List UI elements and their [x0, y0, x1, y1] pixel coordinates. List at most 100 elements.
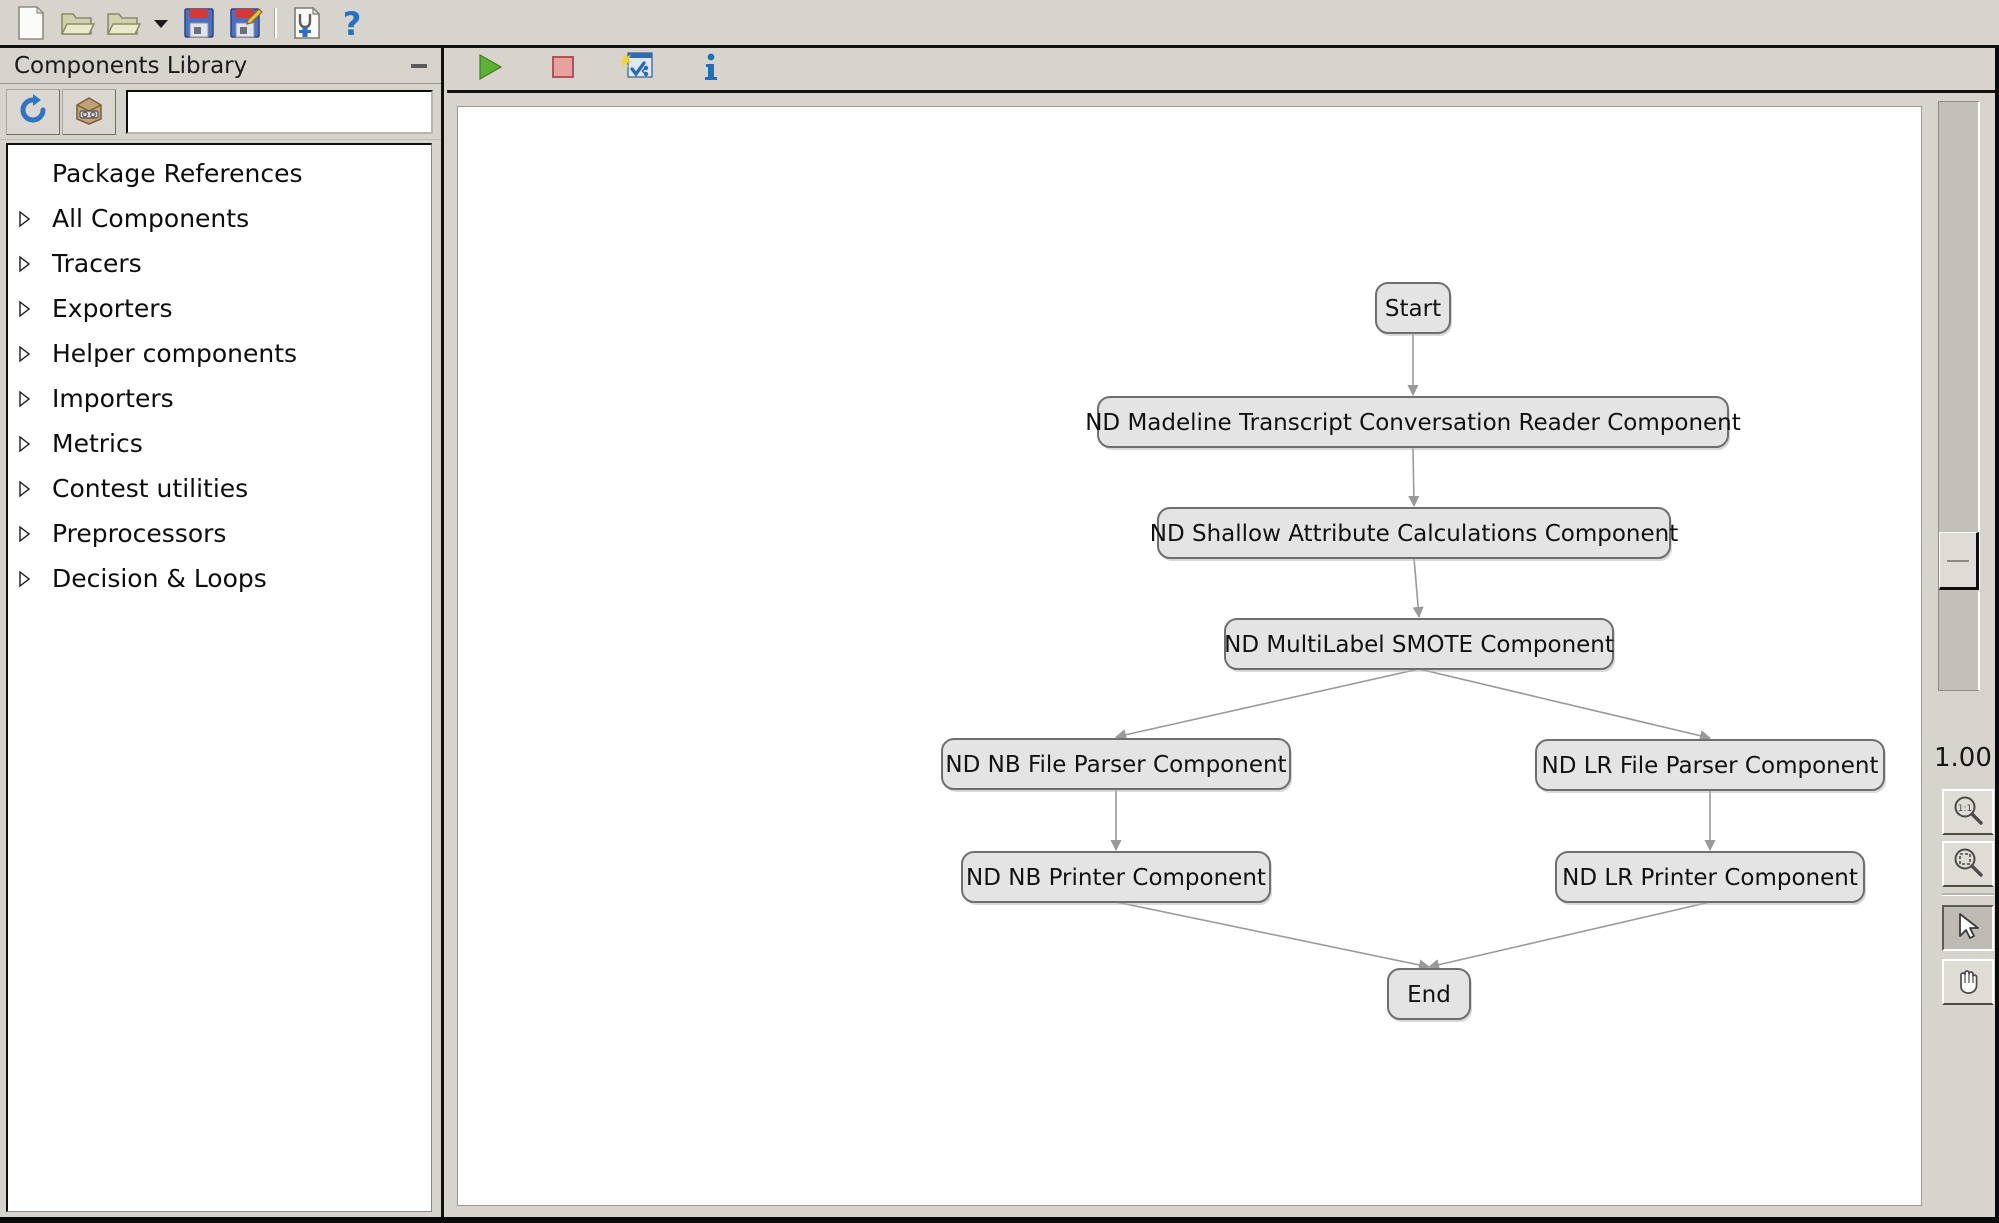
save-button[interactable]	[176, 2, 222, 44]
panel-title: Components Library	[14, 52, 248, 79]
vertical-scrollbar[interactable]	[1938, 101, 1980, 691]
package-box-icon	[72, 93, 106, 131]
tree-item-label: Metrics	[52, 429, 143, 458]
minimize-panel-button[interactable]	[411, 63, 427, 68]
flowchart-node-shallow[interactable]: ND Shallow Attribute Calculations Compon…	[1150, 507, 1678, 561]
expand-triangle-icon[interactable]	[16, 331, 46, 376]
flowchart-node-label: ND MultiLabel SMOTE Component	[1224, 632, 1614, 658]
tree-item-contest-utilities[interactable]: Contest utilities	[8, 466, 431, 511]
flowchart-node-label: ND LR Printer Component	[1562, 865, 1858, 891]
svg-text:1:1: 1:1	[1958, 804, 1972, 814]
package-button[interactable]	[62, 88, 116, 135]
flowchart-node-nbparser[interactable]: ND NB File Parser Component	[941, 738, 1292, 792]
expand-triangle-icon[interactable]	[16, 466, 46, 511]
expand-triangle-icon[interactable]	[16, 511, 46, 556]
refresh-icon	[16, 93, 50, 131]
tree-item-label: Package References	[52, 159, 303, 188]
refresh-button[interactable]	[6, 88, 60, 135]
tree-item-package-references[interactable]: Package References	[8, 151, 431, 196]
tree-item-spacer	[16, 151, 46, 196]
tree-item-label: Importers	[52, 384, 174, 413]
help-button[interactable]: ?	[329, 2, 375, 44]
tree-item-label: All Components	[52, 204, 250, 233]
expand-triangle-icon[interactable]	[16, 286, 46, 331]
tree-item-label: Tracers	[52, 249, 142, 278]
expand-triangle-icon[interactable]	[16, 556, 46, 601]
flowchart-node-label: ND NB File Parser Component	[945, 752, 1286, 778]
stop-button[interactable]	[541, 49, 585, 89]
flowchart-node-end[interactable]: End	[1387, 968, 1472, 1022]
svg-text:?: ?	[343, 5, 362, 42]
tree-item-label: Contest utilities	[52, 474, 249, 503]
flowchart-edge-nbprinter-to-end[interactable]	[1115, 901, 1431, 971]
diagram-canvas[interactable]: Start ND Madeline Transcript Conversation…	[457, 106, 1922, 1206]
tree-item-importers[interactable]: Importers	[8, 376, 431, 421]
tool-separator	[1942, 893, 1994, 896]
diagram-editor: Start ND Madeline Transcript Conversation…	[447, 48, 1999, 1223]
application-window: ? Components Library Package References …	[0, 0, 1999, 1223]
flowchart-node-madeline[interactable]: ND Madeline Transcript Conversation Read…	[1085, 396, 1741, 450]
flowchart-node-label: Start	[1385, 296, 1441, 322]
flowchart-node-nbprinter[interactable]: ND NB Printer Component	[961, 851, 1272, 905]
flowchart-node-lrprinter[interactable]: ND LR Printer Component	[1555, 851, 1866, 905]
tree-item-preprocessors[interactable]: Preprocessors	[8, 511, 431, 556]
flowchart-edge-smote-to-lrparser[interactable]	[1418, 668, 1712, 742]
magnifier-fit-icon	[1951, 845, 1985, 883]
tree-item-all-components[interactable]: All Components	[8, 196, 431, 241]
tree-item-decision-loops[interactable]: Decision & Loops	[8, 556, 431, 601]
run-button[interactable]	[467, 49, 511, 89]
flowchart-edge-shallow-to-smote[interactable]	[1412, 557, 1424, 619]
tree-item-metrics[interactable]: Metrics	[8, 421, 431, 466]
save-as-button[interactable]	[222, 2, 268, 44]
cursor-arrow-icon	[1952, 910, 1984, 946]
main-toolbar: ?	[0, 0, 1999, 48]
auto-layout-button[interactable]	[615, 49, 659, 89]
tree-item-label: Preprocessors	[52, 519, 227, 548]
zoom-level-label: 1.00	[1934, 743, 1992, 773]
components-library-panel: Components Library Package References Al…	[0, 48, 444, 1223]
expand-triangle-icon[interactable]	[16, 241, 46, 286]
scrollbar-thumb[interactable]	[1939, 532, 1979, 590]
flowchart-node-label: End	[1407, 982, 1451, 1008]
info-button[interactable]	[689, 49, 733, 89]
search-input[interactable]	[126, 89, 433, 134]
flowchart-node-start[interactable]: Start	[1375, 282, 1452, 336]
hand-pan-icon	[1952, 964, 1984, 1000]
tree-item-exporters[interactable]: Exporters	[8, 286, 431, 331]
zoom-actual-size-button[interactable]: 1:1	[1942, 789, 1994, 835]
open-folder-button[interactable]	[54, 2, 100, 44]
magnifier-1to1-icon: 1:1	[1951, 793, 1985, 831]
diagram-toolbar	[447, 48, 1999, 93]
open-recent-button[interactable]	[100, 2, 146, 44]
flowchart-node-lrparser[interactable]: ND LR File Parser Component	[1535, 739, 1886, 793]
expand-triangle-icon[interactable]	[16, 376, 46, 421]
components-tree[interactable]: Package References All Components Tracers E…	[6, 143, 432, 1212]
flowchart[interactable]: Start ND Madeline Transcript Conversation…	[458, 107, 1922, 1206]
configure-button[interactable]	[283, 2, 329, 44]
expand-triangle-icon[interactable]	[16, 421, 46, 466]
stop-square-icon	[546, 50, 580, 88]
select-tool-button[interactable]	[1942, 905, 1994, 951]
zoom-to-fit-button[interactable]	[1942, 841, 1994, 887]
tree-item-label: Exporters	[52, 294, 173, 323]
flowchart-node-smote[interactable]: ND MultiLabel SMOTE Component	[1224, 618, 1615, 672]
flowchart-edge-madeline-to-shallow[interactable]	[1408, 446, 1420, 508]
window-bottom-border	[0, 1217, 1999, 1223]
new-file-button[interactable]	[8, 2, 54, 44]
chevron-down-icon[interactable]	[146, 2, 176, 44]
library-toolbar	[0, 84, 441, 140]
expand-triangle-icon[interactable]	[16, 196, 46, 241]
tree-item-helper-components[interactable]: Helper components	[8, 331, 431, 376]
view-controls: 1.00 1:1	[1930, 93, 1999, 1223]
flowchart-node-label: ND NB Printer Component	[966, 865, 1266, 891]
flowchart-nodes[interactable]: Start ND Madeline Transcript Conversation…	[941, 282, 1886, 1022]
flowchart-edge-lrprinter-to-end[interactable]	[1427, 901, 1711, 971]
pan-tool-button[interactable]	[1942, 959, 1994, 1005]
flowchart-node-label: ND LR File Parser Component	[1542, 753, 1879, 779]
tree-item-tracers[interactable]: Tracers	[8, 241, 431, 286]
panel-title-bar: Components Library	[0, 48, 441, 84]
tree-item-label: Decision & Loops	[52, 564, 267, 593]
flowchart-node-label: ND Madeline Transcript Conversation Read…	[1085, 410, 1741, 436]
flowchart-edge-smote-to-nbparser[interactable]	[1114, 668, 1420, 741]
toolbar-separator	[274, 7, 277, 38]
